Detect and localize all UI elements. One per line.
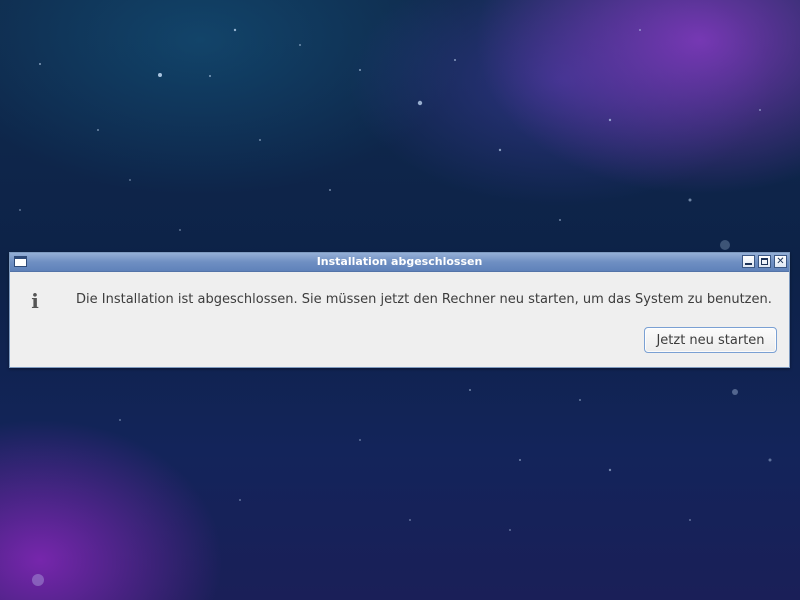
- restart-now-button[interactable]: Jetzt neu starten: [644, 327, 777, 353]
- maximize-icon: [761, 258, 768, 265]
- dialog-titlebar[interactable]: Installation abgeschlossen ✕: [10, 253, 789, 272]
- minimize-button[interactable]: [742, 255, 755, 268]
- maximize-button[interactable]: [758, 255, 771, 268]
- close-button[interactable]: ✕: [774, 255, 787, 268]
- close-icon: ✕: [776, 256, 785, 267]
- info-icon: i: [31, 289, 39, 313]
- dialog-message: Die Installation ist abgeschlossen. Sie …: [76, 292, 772, 307]
- dialog-title: Installation abgeschlossen: [316, 255, 483, 268]
- installation-complete-dialog: Installation abgeschlossen ✕ i Die Insta…: [9, 252, 790, 368]
- window-controls: ✕: [742, 255, 787, 268]
- minimize-icon: [745, 263, 752, 265]
